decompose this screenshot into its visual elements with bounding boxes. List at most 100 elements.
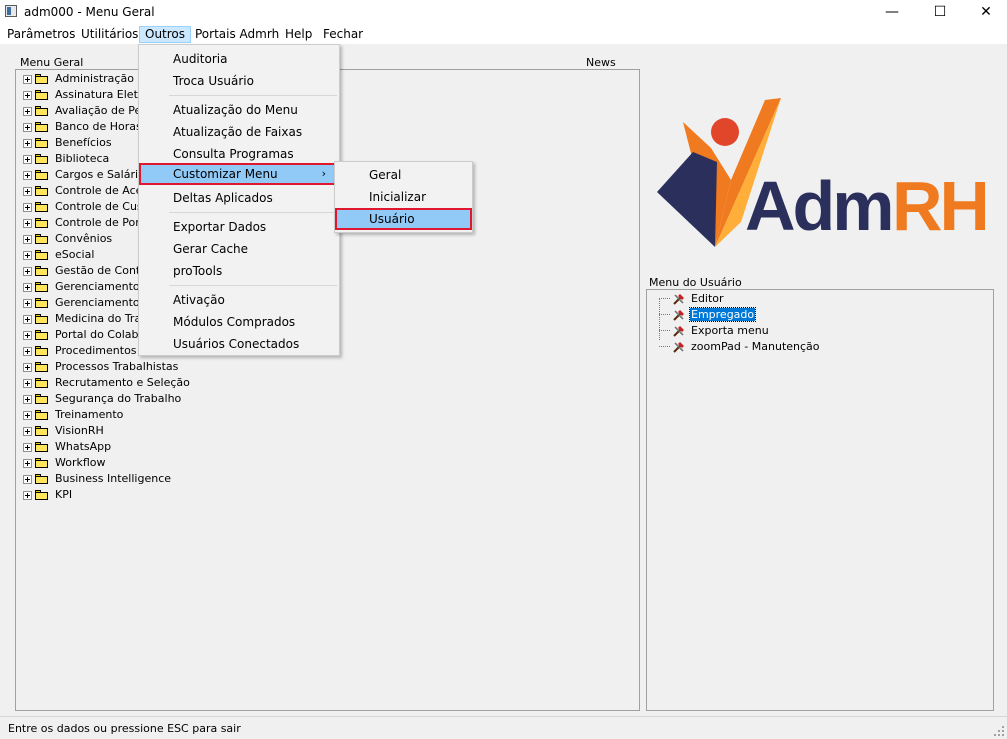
submenu-inicializar[interactable]: Inicializar <box>335 186 472 208</box>
menu-atualizacao-faixas[interactable]: Atualização de Faixas <box>139 121 339 143</box>
tree-item-label: Controle de Pont <box>55 216 147 229</box>
menu-portais-admrh[interactable]: Portais Admrh <box>190 26 284 43</box>
menu-separator <box>169 212 337 213</box>
menu-parametros[interactable]: Parâmetros <box>2 26 80 43</box>
expand-icon[interactable] <box>23 298 32 308</box>
close-button[interactable]: ✕ <box>963 0 1007 24</box>
outros-dropdown: Auditoria Troca Usuário Atualização do M… <box>138 44 340 356</box>
expand-icon[interactable] <box>23 154 32 164</box>
menu-auditoria[interactable]: Auditoria <box>139 48 339 70</box>
menu-protools[interactable]: proTools <box>139 260 339 282</box>
expand-icon[interactable] <box>23 266 32 276</box>
expand-icon[interactable] <box>23 490 32 500</box>
user-menu-item[interactable]: Exporta menu <box>659 323 770 339</box>
tree-item[interactable]: Controle de Pont <box>23 215 147 231</box>
tree-item[interactable]: VisionRH <box>23 423 104 439</box>
tree-item[interactable]: Controle de Cust <box>23 199 147 215</box>
expand-icon[interactable] <box>23 426 32 436</box>
expand-icon[interactable] <box>23 90 32 100</box>
user-menu-item[interactable]: zoomPad - Manutenção <box>659 339 821 355</box>
user-menu-item[interactable]: Editor <box>659 291 725 307</box>
tree-item[interactable]: Biblioteca <box>23 151 109 167</box>
user-menu-item[interactable]: Empregado <box>659 307 757 323</box>
tree-item[interactable]: Portal do Colabo <box>23 327 145 343</box>
expand-icon[interactable] <box>23 186 32 196</box>
tree-item[interactable]: WhatsApp <box>23 439 111 455</box>
menu-fechar[interactable]: Fechar <box>318 26 368 43</box>
folder-icon <box>35 394 49 404</box>
expand-icon[interactable] <box>23 442 32 452</box>
resize-grip-icon[interactable] <box>993 725 1005 737</box>
expand-icon[interactable] <box>23 314 32 324</box>
expand-icon[interactable] <box>23 458 32 468</box>
menu-ativacao[interactable]: Ativação <box>139 289 339 311</box>
expand-icon[interactable] <box>23 122 32 132</box>
tree-item[interactable]: Recrutamento e Seleção <box>23 375 190 391</box>
menu-outros[interactable]: Outros <box>139 26 192 43</box>
minimize-button[interactable]: — <box>869 0 915 24</box>
tree-item[interactable]: eSocial <box>23 247 94 263</box>
menu-usuario-label: Menu do Usuário <box>649 276 742 289</box>
tree-item[interactable]: Banco de Horas <box>23 119 142 135</box>
menu-troca-usuario[interactable]: Troca Usuário <box>139 70 339 92</box>
expand-icon[interactable] <box>23 250 32 260</box>
expand-icon[interactable] <box>23 410 32 420</box>
tree-item[interactable]: Controle de Aces <box>23 183 148 199</box>
menu-atualizacao-menu[interactable]: Atualização do Menu <box>139 99 339 121</box>
tree-item[interactable]: Segurança do Trabalho <box>23 391 181 407</box>
menu-usuario-tree[interactable]: Editor Empregado Exporta menu zoomPad - … <box>646 289 994 711</box>
folder-icon <box>35 330 49 340</box>
maximize-button[interactable]: ☐ <box>917 0 963 24</box>
tree-item[interactable]: Business Intelligence <box>23 471 171 487</box>
expand-icon[interactable] <box>23 282 32 292</box>
menu-modulos-comprados[interactable]: Módulos Comprados <box>139 311 339 333</box>
tree-item[interactable]: Workflow <box>23 455 106 471</box>
folder-icon <box>35 474 49 484</box>
expand-icon[interactable] <box>23 378 32 388</box>
expand-icon[interactable] <box>23 202 32 212</box>
expand-icon[interactable] <box>23 234 32 244</box>
expand-icon[interactable] <box>23 330 32 340</box>
tree-item[interactable]: KPI <box>23 487 72 503</box>
tree-item[interactable]: Medicina do Trab <box>23 311 148 327</box>
tree-item[interactable]: Gestão de Contra <box>23 263 152 279</box>
tree-item[interactable]: Assinatura Eletrô <box>23 87 149 103</box>
menu-gerar-cache[interactable]: Gerar Cache <box>139 238 339 260</box>
menu-exportar-dados[interactable]: Exportar Dados <box>139 216 339 238</box>
menu-deltas-aplicados[interactable]: Deltas Aplicados <box>139 187 339 209</box>
expand-icon[interactable] <box>23 394 32 404</box>
menu-utilitarios[interactable]: Utilitários <box>76 26 143 43</box>
tree-item[interactable]: Administração <box>23 71 134 87</box>
submenu-usuario[interactable]: Usuário <box>335 208 472 230</box>
expand-icon[interactable] <box>23 106 32 116</box>
tree-item[interactable]: Procedimentos <box>23 343 137 359</box>
expand-icon[interactable] <box>23 218 32 228</box>
tree-item[interactable]: Treinamento <box>23 407 123 423</box>
tree-item[interactable]: Benefícios <box>23 135 112 151</box>
expand-icon[interactable] <box>23 138 32 148</box>
tree-item-label: Gerenciamento E <box>55 296 151 309</box>
menu-customizar-menu[interactable]: Customizar Menu › <box>139 163 336 185</box>
tree-item-label: Business Intelligence <box>55 472 172 485</box>
tree-item[interactable]: Convênios <box>23 231 112 247</box>
folder-icon <box>35 314 49 324</box>
expand-icon[interactable] <box>23 74 32 84</box>
tree-item[interactable]: Gerenciamento E <box>23 295 150 311</box>
tree-item[interactable]: Gerenciamento d <box>23 279 150 295</box>
tree-item[interactable]: Avaliação de Pe <box>23 103 141 119</box>
expand-icon[interactable] <box>23 346 32 356</box>
admrh-logo-graphic: Adm RH <box>657 98 990 247</box>
menu-consulta-programas[interactable]: Consulta Programas <box>139 143 339 165</box>
tree-item[interactable]: Cargos e Salário <box>23 167 145 183</box>
menu-help[interactable]: Help <box>280 26 317 43</box>
submenu-geral[interactable]: Geral <box>335 164 472 186</box>
tree-item[interactable]: Processos Trabalhistas <box>23 359 178 375</box>
tree-item-label: Benefícios <box>55 136 112 149</box>
menu-usuarios-conectados[interactable]: Usuários Conectados <box>139 333 339 355</box>
expand-icon[interactable] <box>23 474 32 484</box>
tree-item-label: Recrutamento e Seleção <box>55 376 190 389</box>
expand-icon[interactable] <box>23 170 32 180</box>
expand-icon[interactable] <box>23 362 32 372</box>
folder-icon <box>35 202 49 212</box>
tree-item-label: Biblioteca <box>55 152 110 165</box>
